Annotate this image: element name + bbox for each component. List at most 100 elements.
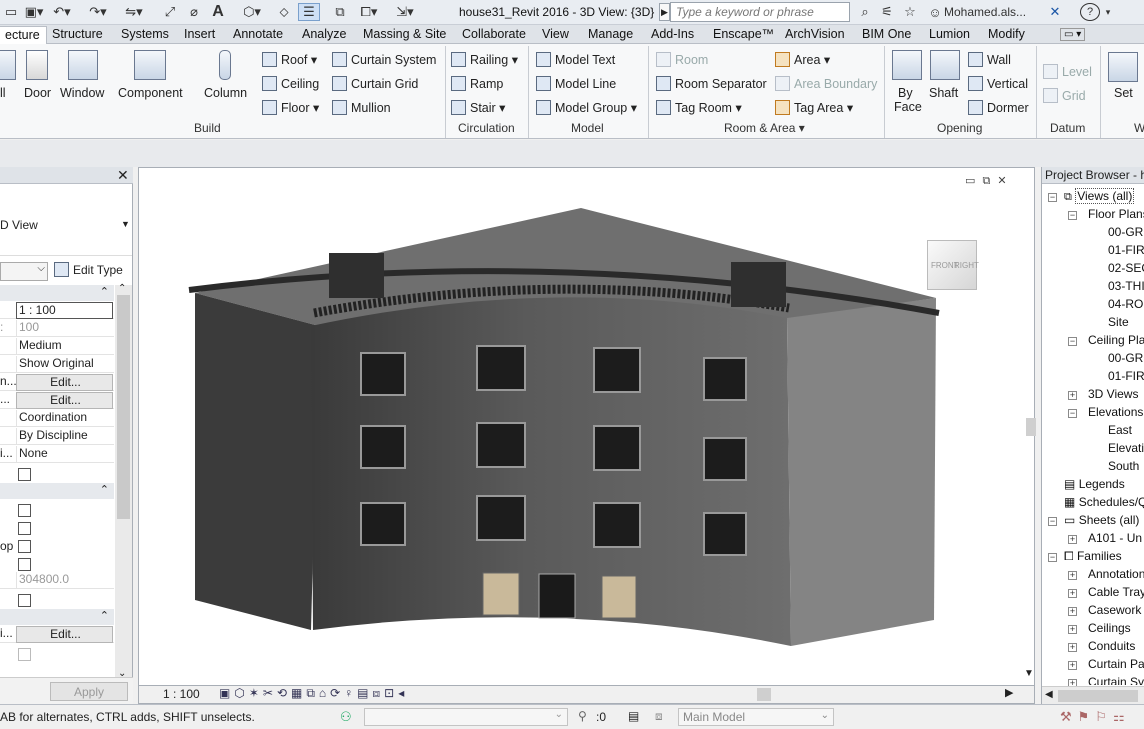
curtain-system-button[interactable]: Curtain System [332, 52, 436, 67]
shaft-icon[interactable] [930, 50, 960, 80]
tree-views-all[interactable]: ⧉ Views (all) [1064, 188, 1135, 204]
expand-icon[interactable]: + [1068, 625, 1077, 634]
tree-item[interactable]: 02-SEC [1108, 261, 1144, 275]
tag-area-button[interactable]: Tag Area ▾ [775, 100, 853, 115]
exclude-options-icon[interactable]: ⧈ [655, 709, 663, 724]
column-icon[interactable] [219, 50, 231, 80]
tree-item[interactable]: Cable Trays [1088, 585, 1144, 599]
component-button[interactable]: Component [118, 86, 183, 100]
thin-lines-icon[interactable]: ☰ [298, 3, 320, 21]
by-face-label-1[interactable]: By [898, 86, 913, 100]
set-work-plane-icon[interactable] [1108, 52, 1138, 82]
tab-view[interactable]: View [542, 26, 569, 44]
tree-item[interactable]: East [1108, 423, 1132, 437]
instance-filter-dropdown[interactable]: ⌵ [0, 262, 48, 281]
properties-scrollbar[interactable]: ⌃ ⌄ [115, 283, 132, 679]
scroll-left-icon[interactable]: ◀ [1045, 689, 1053, 700]
save-icon[interactable]: ▣▾ [22, 3, 46, 21]
text-icon[interactable]: A [208, 3, 228, 21]
tree-ceiling-plans[interactable]: Ceiling Pla [1088, 333, 1144, 347]
curtain-grid-button[interactable]: Curtain Grid [332, 76, 418, 91]
tab-bim-one[interactable]: BIM One [862, 26, 911, 44]
detail-level-value[interactable]: Medium [16, 338, 113, 355]
tree-item[interactable]: 04-RO [1108, 297, 1143, 311]
discipline-value[interactable]: Coordination [16, 410, 113, 427]
expand-icon[interactable]: + [1068, 643, 1077, 652]
checkbox[interactable] [18, 468, 31, 481]
expand-icon[interactable]: + [1068, 589, 1077, 598]
customize-qat-icon[interactable]: ⇲▾ [390, 3, 420, 21]
tab-systems[interactable]: Systems [121, 26, 169, 44]
viewcube-right-face[interactable]: RIGHT [954, 261, 979, 270]
tab-annotate[interactable]: Annotate [233, 26, 283, 44]
view-horizontal-scroll-thumb[interactable] [757, 688, 771, 701]
tab-collaborate[interactable]: Collaborate [462, 26, 526, 44]
window-icon[interactable] [68, 50, 98, 80]
tree-3d-views[interactable]: 3D Views [1088, 387, 1138, 401]
tree-legends[interactable]: ▤ Legends [1064, 477, 1125, 491]
default-analysis-value[interactable]: None [16, 446, 113, 463]
tab-add-ins[interactable]: Add-Ins [651, 26, 694, 44]
door-icon[interactable] [26, 50, 48, 80]
tree-floor-plans[interactable]: Floor Plans [1088, 207, 1144, 221]
checkbox[interactable] [18, 540, 31, 553]
show-hidden-lines-value[interactable]: By Discipline [16, 428, 113, 445]
checkbox[interactable] [18, 594, 31, 607]
wall-opening-button[interactable]: Wall [968, 52, 1011, 67]
tree-item[interactable]: Site [1108, 315, 1129, 329]
user-account[interactable]: Mohamed.als... [944, 3, 1040, 21]
tab-structure[interactable]: Structure [52, 26, 103, 44]
scroll-thumb[interactable] [1058, 690, 1138, 702]
tab-manage[interactable]: Manage [588, 26, 633, 44]
aligned-dimension-icon[interactable]: ⤢ [160, 3, 180, 21]
subscription-icon[interactable]: ⚟ [878, 3, 896, 21]
tag-icon[interactable]: ⌀ [184, 3, 204, 21]
help-dropdown-icon[interactable]: ▾ [1102, 3, 1114, 21]
dormer-button[interactable]: Dormer [968, 100, 1029, 115]
view-vertical-scroll-thumb[interactable] [1026, 418, 1036, 436]
checkbox[interactable] [18, 522, 31, 535]
active-workset-dropdown[interactable]: ⌄ [364, 708, 568, 726]
edit-button[interactable]: Edit... [16, 374, 113, 391]
tab-modify[interactable]: Modify [988, 26, 1025, 44]
tab-insert[interactable]: Insert [184, 26, 215, 44]
area-boundary-button[interactable]: Area Boundary [775, 76, 877, 91]
help-icon[interactable]: ? [1080, 3, 1100, 21]
browser-horizontal-scrollbar[interactable]: ◀ [1042, 686, 1144, 704]
apply-button[interactable]: Apply [50, 682, 128, 701]
editing-requests-icon[interactable]: ⚲ [578, 709, 587, 723]
tab-lumion[interactable]: Lumion [929, 26, 970, 44]
expand-icon[interactable]: + [1068, 535, 1077, 544]
tree-item[interactable]: 03-THI [1108, 279, 1144, 293]
tree-item[interactable]: 00-GRO [1108, 351, 1144, 365]
edit-button[interactable]: Edit... [16, 392, 113, 409]
view-scale-control[interactable]: 1 : 100 [163, 687, 200, 701]
ceiling-button[interactable]: Ceiling [262, 76, 319, 91]
tree-item[interactable]: 01-FIR [1108, 243, 1144, 257]
exchange-apps-icon[interactable]: ✕ [1045, 3, 1065, 21]
parts-visibility-value[interactable]: Show Original [16, 356, 113, 373]
wall-button[interactable]: ll [0, 86, 6, 100]
model-text-button[interactable]: Model Text [536, 52, 615, 67]
minimize-ribbon-icon[interactable]: ▭ ▾ [1060, 28, 1086, 41]
text-group-header[interactable]: ⌃ [0, 483, 114, 499]
grid-button[interactable]: Grid [1043, 88, 1086, 103]
collapse-icon[interactable]: − [1068, 211, 1077, 220]
ramp-button[interactable]: Ramp [451, 76, 503, 91]
stair-button[interactable]: Stair ▾ [451, 100, 505, 115]
3d-view-icon[interactable]: ⬡▾ [236, 3, 268, 21]
expand-icon[interactable]: + [1068, 661, 1077, 670]
3d-view-canvas[interactable]: ▭ ⧉ ✕ FRONT RIGHT ▼ [138, 167, 1036, 686]
roof-button[interactable]: Roof ▾ [262, 52, 317, 67]
by-face-icon[interactable] [892, 50, 922, 80]
component-icon[interactable] [134, 50, 166, 80]
expand-icon[interactable]: + [1068, 607, 1077, 616]
tree-item[interactable]: 00-GRO [1108, 225, 1144, 239]
tree-item[interactable]: Curtain Syst [1088, 675, 1144, 685]
mullion-button[interactable]: Mullion [332, 100, 391, 115]
building-model[interactable] [139, 168, 1036, 668]
edit-type-button[interactable]: Edit Type [54, 262, 123, 277]
scroll-up-icon[interactable]: ⌃ [118, 283, 126, 294]
close-icon[interactable]: ✕ [117, 167, 129, 184]
level-button[interactable]: Level [1043, 64, 1092, 79]
